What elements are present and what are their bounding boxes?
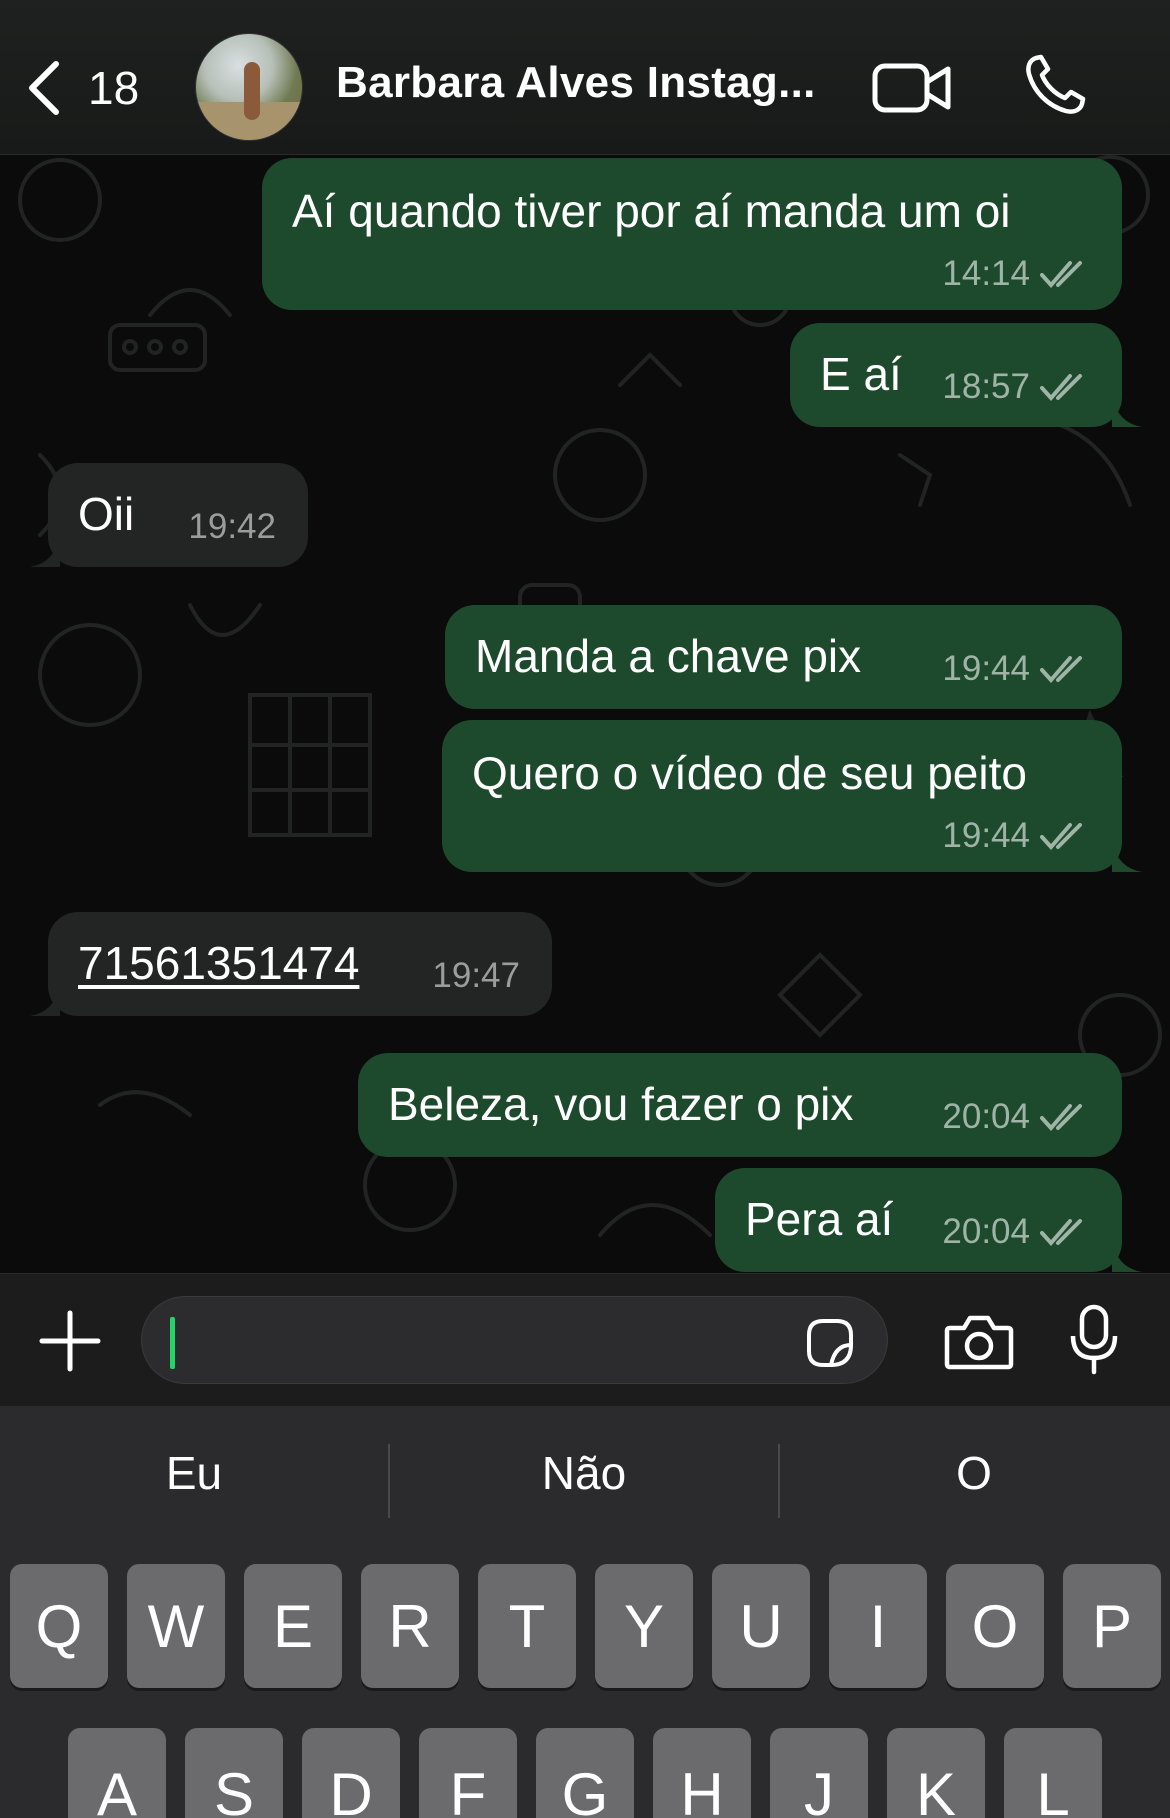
message-meta: 19:42	[188, 507, 276, 547]
read-ticks-icon	[1040, 261, 1082, 289]
message-time: 14:14	[942, 254, 1030, 293]
bubble-tail	[1112, 842, 1142, 872]
key-i[interactable]: I	[829, 1564, 927, 1688]
chat-header: 18 Barbara Alves Instag...	[0, 0, 1170, 155]
message-meta: 19:47	[432, 956, 520, 996]
keyboard: Eu Não O Q W E R T Y U I O P A S D F G H…	[0, 1406, 1170, 1818]
message-meta: 19:44	[942, 816, 1090, 856]
read-ticks-icon	[1040, 656, 1082, 684]
video-call-icon[interactable]	[872, 60, 952, 116]
plus-icon[interactable]	[38, 1309, 102, 1373]
message-text: E aí	[820, 348, 902, 400]
suggestion-3[interactable]: O	[780, 1446, 1168, 1500]
suggestion-1[interactable]: Eu	[0, 1446, 388, 1500]
message-time: 19:42	[188, 507, 276, 546]
avatar[interactable]	[195, 33, 303, 141]
text-caret	[170, 1317, 175, 1369]
message-outgoing[interactable]: Aí quando tiver por aí manda um oi 14:14	[262, 158, 1122, 310]
predictive-bar: Eu Não O	[0, 1406, 1170, 1556]
key-w[interactable]: W	[127, 1564, 225, 1688]
message-time: 19:44	[942, 649, 1030, 688]
bubble-tail	[30, 986, 60, 1016]
message-outgoing[interactable]: E aí 18:57	[790, 323, 1122, 427]
key-t[interactable]: T	[478, 1564, 576, 1688]
key-d[interactable]: D	[302, 1728, 400, 1818]
message-outgoing[interactable]: Manda a chave pix 19:44	[445, 605, 1122, 709]
message-outgoing[interactable]: Pera aí 20:04	[715, 1168, 1122, 1272]
sticker-icon[interactable]	[801, 1315, 857, 1371]
bubble-tail	[30, 537, 60, 567]
key-g[interactable]: G	[536, 1728, 634, 1818]
phone-number-link[interactable]: 71561351474	[78, 936, 359, 990]
message-text: Oii	[78, 488, 135, 540]
chat-area[interactable]: Aí quando tiver por aí manda um oi 14:14…	[0, 155, 1170, 1273]
message-meta: 20:04	[942, 1097, 1090, 1137]
key-k[interactable]: K	[887, 1728, 985, 1818]
key-p[interactable]: P	[1063, 1564, 1161, 1688]
microphone-icon[interactable]	[1068, 1304, 1120, 1376]
message-incoming[interactable]: Oii 19:42	[48, 463, 308, 567]
message-input[interactable]	[141, 1296, 888, 1384]
message-outgoing[interactable]: Beleza, vou fazer o pix 20:04	[358, 1053, 1122, 1157]
chevron-left-icon	[29, 61, 59, 115]
message-text: Pera aí	[745, 1193, 894, 1245]
camera-icon[interactable]	[944, 1314, 1014, 1370]
key-a[interactable]: A	[68, 1728, 166, 1818]
message-text: Beleza, vou fazer o pix	[388, 1078, 854, 1130]
back-button[interactable]: 18	[22, 52, 172, 124]
phone-icon[interactable]	[1022, 52, 1088, 118]
message-incoming[interactable]: 71561351474 19:47	[48, 912, 552, 1016]
key-s[interactable]: S	[185, 1728, 283, 1818]
read-ticks-icon	[1040, 823, 1082, 851]
read-ticks-icon	[1040, 374, 1082, 402]
key-y[interactable]: Y	[595, 1564, 693, 1688]
unread-count: 18	[88, 62, 140, 114]
key-l[interactable]: L	[1004, 1728, 1102, 1818]
message-time: 19:44	[942, 816, 1030, 855]
message-text: Aí quando tiver por aí manda um oi	[292, 185, 1011, 237]
message-time: 20:04	[942, 1212, 1030, 1251]
message-meta: 18:57	[942, 367, 1090, 407]
key-r[interactable]: R	[361, 1564, 459, 1688]
key-j[interactable]: J	[770, 1728, 868, 1818]
key-e[interactable]: E	[244, 1564, 342, 1688]
message-input-bar	[0, 1273, 1170, 1406]
key-f[interactable]: F	[419, 1728, 517, 1818]
contact-name[interactable]: Barbara Alves Instag...	[336, 58, 816, 108]
message-time: 18:57	[942, 367, 1030, 406]
message-meta: 20:04	[942, 1212, 1090, 1252]
message-meta: 14:14	[942, 254, 1090, 294]
key-o[interactable]: O	[946, 1564, 1044, 1688]
bubble-tail	[1112, 397, 1142, 427]
message-time: 20:04	[942, 1097, 1030, 1136]
message-text: Manda a chave pix	[475, 630, 862, 682]
key-q[interactable]: Q	[10, 1564, 108, 1688]
read-ticks-icon	[1040, 1219, 1082, 1247]
read-ticks-icon	[1040, 1104, 1082, 1132]
bubble-tail	[1112, 1242, 1142, 1272]
message-meta: 19:44	[942, 649, 1090, 689]
message-outgoing[interactable]: Quero o vídeo de seu peito 19:44	[442, 720, 1122, 872]
key-h[interactable]: H	[653, 1728, 751, 1818]
message-time: 19:47	[432, 956, 520, 995]
suggestion-2[interactable]: Não	[390, 1446, 778, 1500]
key-u[interactable]: U	[712, 1564, 810, 1688]
message-text: Quero o vídeo de seu peito	[472, 747, 1027, 799]
